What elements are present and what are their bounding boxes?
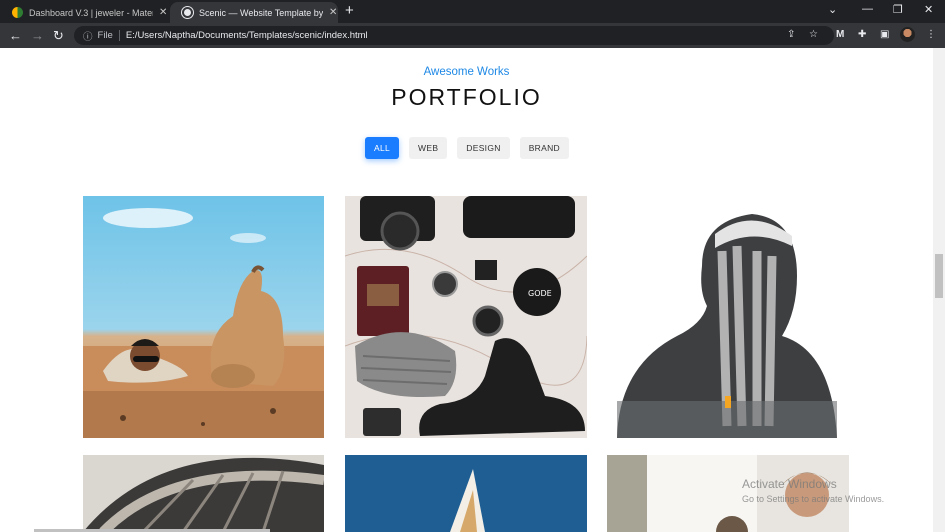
close-window-icon[interactable]: ✕ bbox=[924, 3, 933, 16]
leaf-favicon-icon bbox=[12, 7, 23, 18]
tab-search-chevron-icon[interactable]: ⌄ bbox=[828, 3, 837, 16]
reload-icon[interactable]: ↻ bbox=[53, 28, 64, 44]
filter-web-button[interactable]: WEB bbox=[409, 137, 448, 159]
architecture-ceiling-image bbox=[83, 457, 324, 532]
travel-flatlay-image: GODE bbox=[345, 196, 587, 436]
info-icon[interactable]: ⓘ bbox=[83, 29, 93, 43]
globe-favicon-icon bbox=[182, 7, 193, 18]
portfolio-item-desert-camel[interactable] bbox=[83, 196, 324, 438]
scheme-label: File bbox=[97, 30, 113, 41]
forward-arrow-icon[interactable]: → bbox=[31, 28, 44, 43]
vertical-scroll-thumb[interactable] bbox=[935, 254, 943, 298]
windows-activation-watermark: Activate Windows Go to Settings to activ… bbox=[742, 477, 884, 504]
tab-title: Scenic — Website Template by C bbox=[199, 7, 323, 18]
profile-avatar[interactable] bbox=[900, 27, 915, 42]
portfolio-item-building-sky[interactable] bbox=[345, 455, 587, 532]
browser-tab-scenic[interactable]: Scenic — Website Template by C ✕ bbox=[170, 2, 338, 23]
portfolio-item-travel-flatlay[interactable]: GODE bbox=[345, 196, 587, 438]
new-tab-plus-icon[interactable]: + bbox=[345, 2, 354, 19]
minimize-window-icon[interactable]: — bbox=[862, 3, 873, 15]
portfolio-item-architecture-ceiling[interactable] bbox=[83, 455, 324, 532]
back-arrow-icon[interactable]: ← bbox=[9, 28, 22, 43]
watermark-line-1: Activate Windows bbox=[742, 477, 837, 491]
browser-toolbar: ← → ↻ ⓘ File E:/Users/Naptha/Documents/T… bbox=[0, 23, 945, 48]
extensions-puzzle-icon[interactable]: ✚ bbox=[858, 29, 866, 40]
watermark-line-2: Go to Settings to activate Windows. bbox=[742, 494, 885, 504]
close-tab-icon[interactable]: ✕ bbox=[329, 7, 337, 18]
share-icon[interactable]: ⇪ bbox=[787, 29, 795, 40]
more-menu-icon[interactable]: ⋮ bbox=[926, 29, 936, 40]
restore-window-icon[interactable]: ❐ bbox=[893, 3, 903, 16]
portfolio-title: PORTFOLIO bbox=[391, 84, 542, 110]
building-sky-image bbox=[450, 469, 485, 532]
bookmark-star-icon[interactable]: ☆ bbox=[809, 29, 818, 40]
filter-all-button[interactable]: ALL bbox=[365, 137, 400, 159]
address-bar[interactable]: ⓘ File E:/Users/Naptha/Documents/Templat… bbox=[74, 26, 834, 45]
tab-title: Dashboard V.3 | jeweler - Materi bbox=[29, 7, 153, 18]
filter-brand-button[interactable]: BRAND bbox=[519, 137, 569, 159]
portfolio-item-double-exposure[interactable] bbox=[607, 196, 849, 438]
side-panel-icon[interactable]: ▣ bbox=[880, 29, 889, 40]
browser-tab-strip: Dashboard V.3 | jeweler - Materi ✕ Sceni… bbox=[0, 0, 945, 23]
address-divider bbox=[118, 30, 120, 41]
url-text[interactable]: E:/Users/Naptha/Documents/Templates/scen… bbox=[126, 30, 368, 41]
close-tab-icon[interactable]: ✕ bbox=[159, 7, 167, 18]
portfolio-filter-bar: ALL WEB DESIGN BRAND bbox=[365, 137, 569, 159]
browser-tab-dashboard[interactable]: Dashboard V.3 | jeweler - Materi ✕ bbox=[0, 2, 170, 23]
portfolio-subtitle: Awesome Works bbox=[423, 66, 510, 78]
filter-design-button[interactable]: DESIGN bbox=[457, 137, 510, 159]
desert-camel-image bbox=[83, 208, 324, 438]
double-exposure-image bbox=[617, 214, 837, 438]
svg-text:GODE: GODE bbox=[528, 289, 552, 298]
extension-m-icon[interactable]: M bbox=[836, 29, 844, 40]
